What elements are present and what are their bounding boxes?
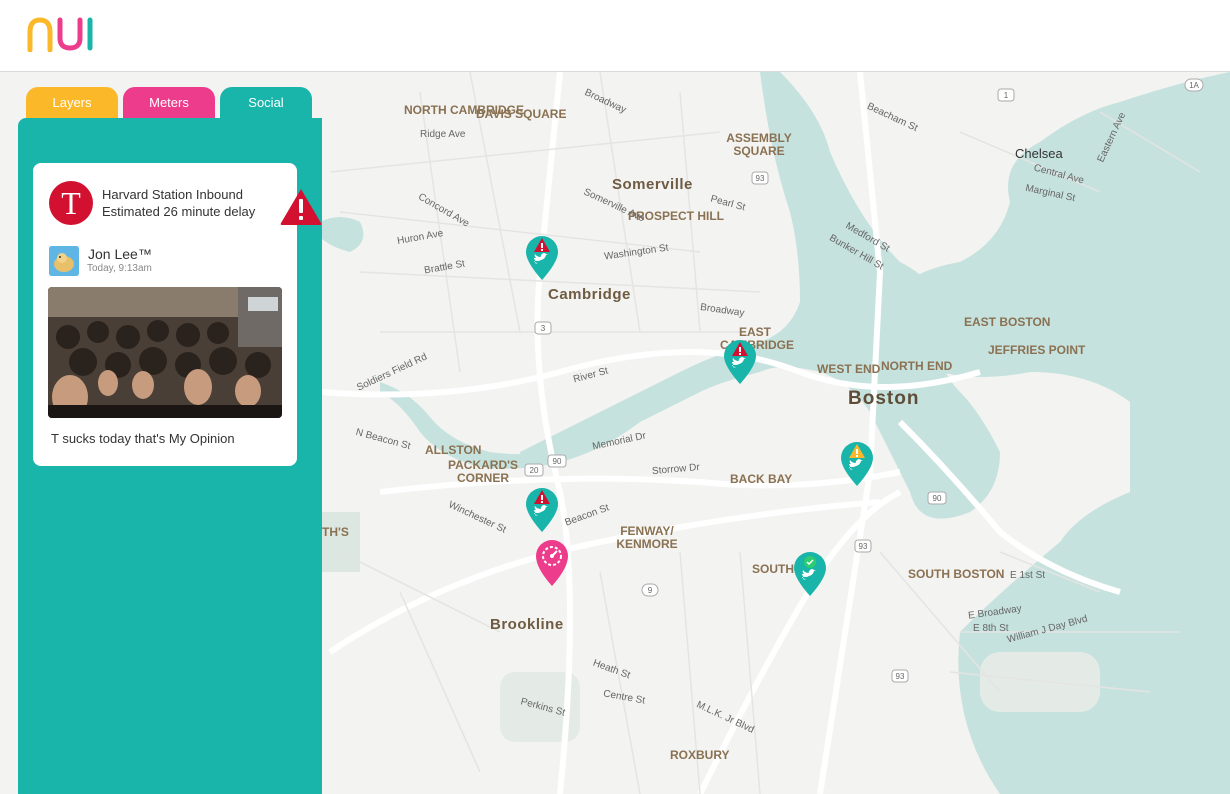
svg-text:3: 3 [541, 324, 546, 333]
aui-logo[interactable] [26, 16, 96, 52]
map-area-label: ALLSTON [425, 443, 482, 457]
svg-text:90: 90 [933, 494, 942, 503]
post-text: T sucks today that's My Opinion [51, 431, 235, 446]
social-panel: T Harvard Station Inbound Estimated 26 m… [18, 118, 322, 794]
twitter-marker-warning[interactable] [722, 338, 758, 384]
post-username[interactable]: Jon Lee™ [88, 246, 152, 262]
mbta-t-icon: T [49, 181, 93, 225]
map-area-label: DAVIS SQUARE [476, 107, 567, 121]
twitter-marker-ok[interactable] [792, 550, 828, 596]
meter-marker[interactable] [534, 538, 570, 586]
svg-text:9: 9 [648, 586, 653, 595]
svg-text:93: 93 [896, 672, 905, 681]
twitter-marker-warning[interactable] [524, 234, 560, 280]
map-area-label: FENWAY/ KENMORE [616, 524, 678, 551]
twitter-marker-warning[interactable] [524, 486, 560, 532]
svg-text:20: 20 [530, 466, 539, 475]
svg-text:93: 93 [859, 542, 868, 551]
map-area-label: JEFFRIES POINT [988, 343, 1086, 357]
svg-text:1A: 1A [1189, 81, 1199, 90]
svg-text:1: 1 [1004, 91, 1009, 100]
svg-text:90: 90 [553, 457, 562, 466]
street-label: E 8th St [973, 623, 1009, 634]
street-label: E 1st St [1010, 570, 1046, 581]
alert-subtitle: Estimated 26 minute delay [102, 204, 256, 219]
map-area-label: ASSEMBLY SQUARE [726, 131, 792, 158]
map-area-label: PACKARD'S CORNER [448, 458, 518, 485]
avatar[interactable] [49, 246, 79, 276]
social-post-card[interactable]: T Harvard Station Inbound Estimated 26 m… [33, 163, 322, 466]
tab-meters[interactable]: Meters [123, 87, 215, 121]
app-header [0, 0, 1230, 72]
svg-text:93: 93 [756, 174, 765, 183]
map-area-label: Boston [848, 388, 920, 409]
map-area-label: EAST BOSTON [964, 315, 1051, 329]
tab-social[interactable]: Social [220, 87, 312, 121]
map-area-label: TH'S [322, 525, 349, 539]
map-area-label: Somerville [612, 176, 693, 193]
map-area-label: Cambridge [548, 286, 631, 303]
map-area-label: WEST END [817, 362, 881, 376]
post-timestamp: Today, 9:13am [87, 263, 152, 274]
map-area-label: BACK BAY [730, 472, 793, 486]
tab-layers[interactable]: Layers [26, 87, 118, 121]
map-area-label: SOUTH [752, 562, 794, 576]
twitter-marker-caution[interactable] [839, 440, 875, 486]
street-label: Ridge Ave [420, 129, 466, 140]
alert-title: Harvard Station Inbound [102, 187, 243, 202]
map-area-label: Brookline [490, 616, 564, 633]
map-area-label: ROXBURY [670, 748, 730, 762]
map-area-label: Chelsea [1015, 146, 1063, 161]
map-area-label: NORTH END [881, 359, 953, 373]
warning-icon [280, 189, 322, 225]
map-area-label: SOUTH BOSTON [908, 567, 1005, 581]
post-photo[interactable] [48, 287, 282, 418]
